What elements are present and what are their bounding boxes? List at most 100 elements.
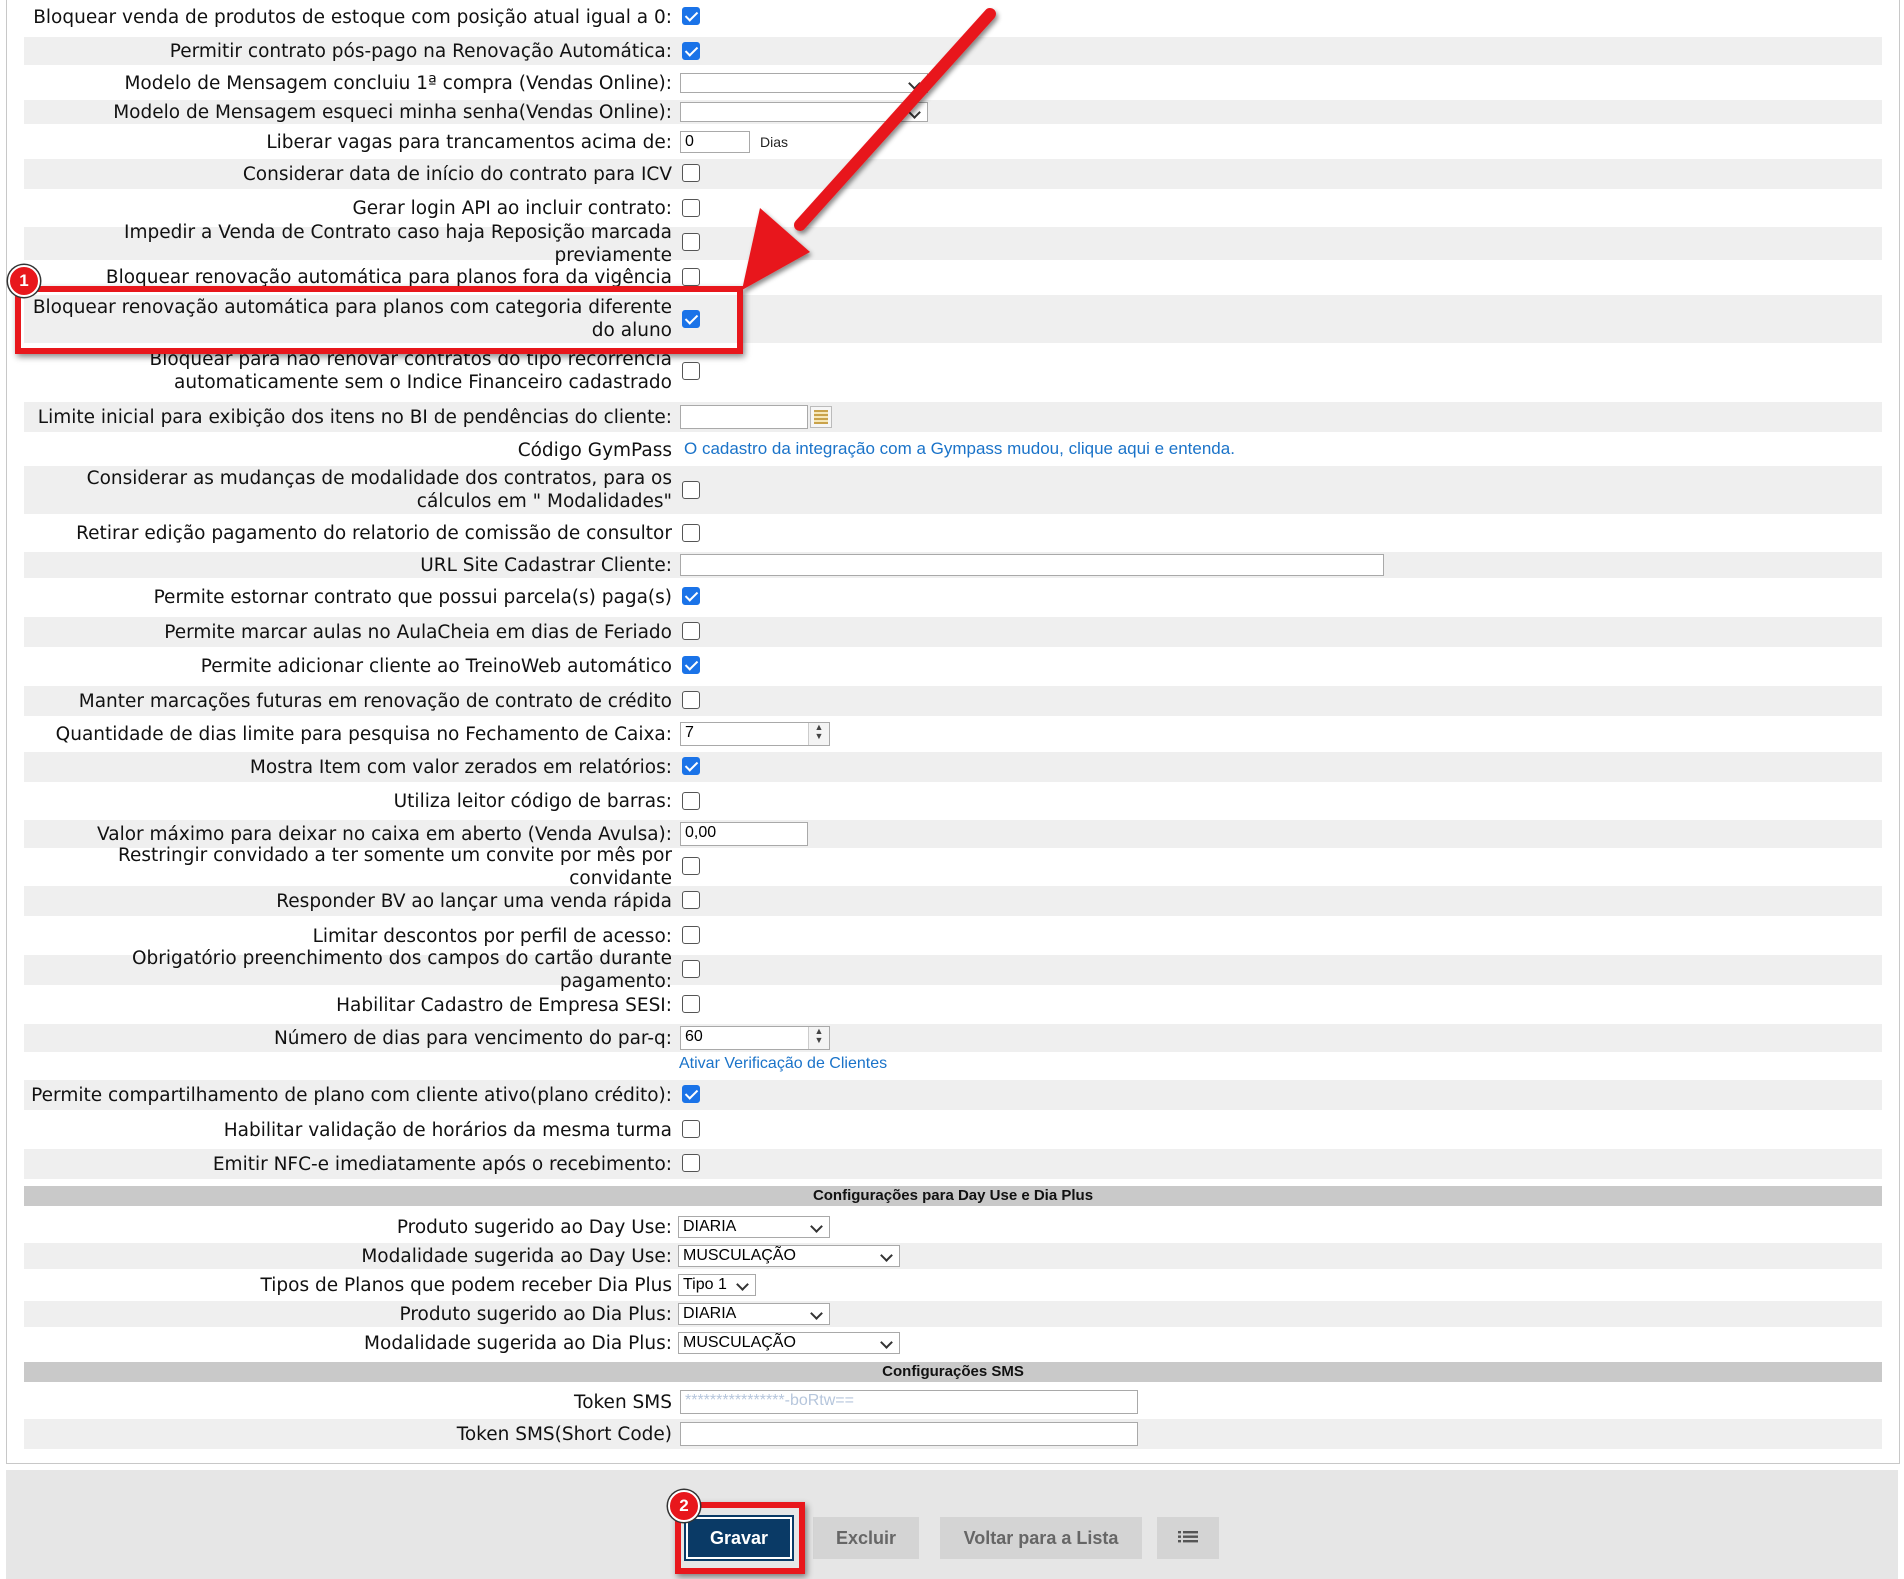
row-token-sms: Token SMS ****************-boRtw== — [24, 1388, 1882, 1416]
row-label: Valor máximo para deixar no caixa em abe… — [97, 823, 672, 845]
row-zero-value-items: Mostra Item com valor zerados em relatór… — [24, 752, 1882, 782]
days-unit-label: Dias — [760, 134, 789, 150]
bv-quick-sale-checkbox[interactable] — [682, 891, 700, 909]
api-login-checkbox[interactable] — [682, 199, 700, 217]
diaplus-product-select[interactable]: DIARIA — [678, 1303, 830, 1325]
row-sesi-company: Habilitar Cadastro de Empresa SESI: — [24, 990, 1882, 1020]
row-label: Modalidade sugerida ao Dia Plus: — [364, 1332, 672, 1354]
barcode-reader-checkbox[interactable] — [682, 792, 700, 810]
dayuse-section-header: Configurações para Day Use e Dia Plus — [24, 1186, 1882, 1206]
row-label: Obrigatório preenchimento dos campos do … — [131, 948, 672, 992]
contract-start-icv-checkbox[interactable] — [682, 164, 700, 182]
bi-pending-limit-date-input[interactable] — [680, 405, 808, 429]
row-label: Mostra Item com valor zerados em relatór… — [249, 756, 672, 778]
row-keep-future-bookings: Manter marcações futuras em renovação de… — [24, 686, 1882, 716]
row-label: Habilitar Cadastro de Empresa SESI: — [336, 994, 672, 1016]
row-label: Responder BV ao lançar uma venda rápida — [276, 890, 672, 912]
row-gympass: Código GymPass O cadastro da integração … — [24, 437, 1882, 463]
row-postpaid-renewal: Permitir contrato pós-pago na Renovação … — [24, 37, 1882, 65]
cash-closing-days-input[interactable]: 7 ▲ ▼ — [680, 722, 830, 746]
row-emit-nfce: Emitir NFC-e imediatamente após o recebi… — [24, 1149, 1882, 1179]
row-validate-class-schedule: Habilitar validação de horários da mesma… — [24, 1115, 1882, 1145]
token-sms-input[interactable]: ****************-boRtw== — [680, 1390, 1138, 1414]
block-recurrence-no-index-checkbox[interactable] — [682, 362, 700, 380]
row-aulacheia-holidays: Permite marcar aulas no AulaCheia em dia… — [24, 617, 1882, 647]
zero-value-items-checkbox[interactable] — [682, 757, 700, 775]
row-diaplus-product: Produto sugerido ao Dia Plus: DIARIA — [24, 1301, 1882, 1327]
delete-button[interactable]: Excluir — [813, 1517, 919, 1559]
row-reverse-paid-contract: Permite estornar contrato que possui par… — [24, 582, 1882, 612]
row-remove-commission-edit: Retirar edição pagamento do relatorio de… — [24, 519, 1882, 547]
row-label: Quantidade de dias limite para pesquisa … — [55, 723, 672, 745]
row-treinoweb-auto: Permite adicionar cliente ao TreinoWeb a… — [24, 651, 1882, 681]
share-plan-checkbox[interactable] — [682, 1085, 700, 1103]
spinner-arrows-icon[interactable]: ▲ ▼ — [808, 1027, 829, 1049]
restrict-guest-checkbox[interactable] — [682, 857, 700, 875]
row-signup-url: URL Site Cadastrar Cliente: — [24, 552, 1882, 578]
row-label: Permitir contrato pós-pago na Renovação … — [169, 40, 672, 62]
forgot-password-template-select[interactable] — [680, 102, 928, 122]
row-label: Limite inicial para exibição dos itens n… — [37, 406, 672, 428]
row-first-purchase-template: Modelo de Mensagem concluiu 1ª compra (V… — [24, 71, 1882, 95]
first-purchase-template-select[interactable] — [680, 73, 928, 93]
limit-discounts-checkbox[interactable] — [682, 926, 700, 944]
max-open-cash-input[interactable]: 0,00 — [680, 822, 808, 846]
calendar-icon[interactable] — [810, 406, 832, 428]
modality-changes-checkbox[interactable] — [682, 481, 700, 499]
row-label: Considerar as mudanças de modalidade dos… — [86, 468, 672, 512]
treinoweb-auto-checkbox[interactable] — [682, 656, 700, 674]
row-contract-start-icv: Considerar data de início do contrato pa… — [24, 159, 1882, 189]
sms-section-header: Configurações SMS — [24, 1362, 1882, 1382]
block-renewal-out-of-validity-checkbox[interactable] — [682, 268, 700, 286]
parq-days-input[interactable]: 60 ▲ ▼ — [680, 1026, 830, 1050]
diaplus-plan-types-select[interactable]: Tipo 1 — [678, 1274, 756, 1296]
spinner-arrows-icon[interactable]: ▲ ▼ — [808, 723, 829, 745]
release-slots-input[interactable]: 0 — [680, 131, 750, 153]
keep-future-bookings-checkbox[interactable] — [682, 691, 700, 709]
list-icon — [1178, 1531, 1198, 1543]
row-label: Permite marcar aulas no AulaCheia em dia… — [164, 621, 672, 643]
emit-nfce-checkbox[interactable] — [682, 1154, 700, 1172]
row-label: URL Site Cadastrar Cliente: — [420, 554, 672, 576]
block-zero-stock-checkbox[interactable] — [682, 7, 700, 25]
row-label: Token SMS — [574, 1391, 672, 1413]
prevent-sale-reposition-checkbox[interactable] — [682, 233, 700, 251]
step-badge-2: 2 — [668, 1490, 700, 1522]
row-required-card-fields: Obrigatório preenchimento dos campos do … — [24, 948, 1882, 992]
required-card-fields-checkbox[interactable] — [682, 960, 700, 978]
row-label: Liberar vagas para trancamentos acima de… — [266, 131, 672, 153]
sesi-company-checkbox[interactable] — [682, 995, 700, 1013]
remove-commission-edit-checkbox[interactable] — [682, 524, 700, 542]
aulacheia-holidays-checkbox[interactable] — [682, 622, 700, 640]
row-label: Gerar login API ao incluir contrato: — [352, 197, 672, 219]
dayuse-modality-select[interactable]: MUSCULAÇÃO — [678, 1245, 900, 1267]
postpaid-renewal-checkbox[interactable] — [682, 42, 700, 60]
step-badge-1: 1 — [8, 265, 40, 297]
row-label: Produto sugerido ao Dia Plus: — [399, 1303, 672, 1325]
reverse-paid-contract-checkbox[interactable] — [682, 587, 700, 605]
back-to-list-button[interactable]: Voltar para a Lista — [940, 1517, 1142, 1559]
validate-class-schedule-checkbox[interactable] — [682, 1120, 700, 1138]
row-block-recurrence-no-index: Bloquear para não renovar contratos do t… — [24, 348, 1882, 394]
dayuse-product-select[interactable]: DIARIA — [678, 1216, 830, 1238]
row-label: Número de dias para vencimento do par-q: — [273, 1027, 672, 1049]
list-view-button[interactable] — [1157, 1517, 1219, 1559]
signup-url-input[interactable] — [680, 554, 1384, 576]
row-share-plan: Permite compartilhamento de plano com cl… — [24, 1080, 1882, 1110]
token-sms-short-input[interactable] — [680, 1422, 1138, 1446]
row-forgot-password-template: Modelo de Mensagem esqueci minha senha(V… — [24, 100, 1882, 124]
row-parq-days: Número de dias para vencimento do par-q:… — [24, 1024, 1882, 1052]
row-label: Tipos de Planos que podem receber Dia Pl… — [260, 1274, 672, 1296]
highlight-box-1 — [15, 286, 743, 354]
row-restrict-guest: Restringir convidado a ter somente um co… — [24, 845, 1882, 889]
row-label: Permite adicionar cliente ao TreinoWeb a… — [200, 655, 672, 677]
activate-client-verification-link[interactable]: Ativar Verificação de Clientes — [679, 1055, 887, 1073]
row-label: Considerar data de início do contrato pa… — [242, 163, 672, 185]
diaplus-modality-select[interactable]: MUSCULAÇÃO — [678, 1332, 900, 1354]
row-label: Modelo de Mensagem concluiu 1ª compra (V… — [124, 72, 672, 94]
row-label: Permite compartilhamento de plano com cl… — [31, 1084, 672, 1106]
row-dayuse-product: Produto sugerido ao Day Use: DIARIA — [24, 1214, 1882, 1240]
row-label: Habilitar validação de horários da mesma… — [223, 1119, 672, 1141]
gympass-info-link[interactable]: O cadastro da integração com a Gympass m… — [684, 439, 1235, 459]
row-label: Impedir a Venda de Contrato caso haja Re… — [124, 221, 672, 266]
